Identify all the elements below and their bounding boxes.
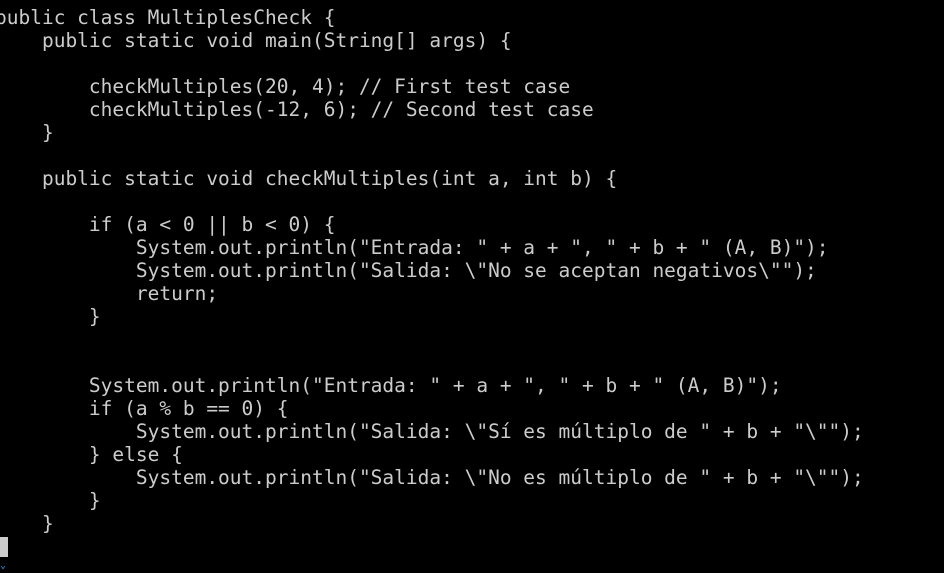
block-cursor-icon	[0, 537, 8, 557]
code-line: checkMultiples(20, 4); // First test cas…	[0, 75, 571, 98]
terminal-window[interactable]: public class MultiplesCheck { public sta…	[0, 0, 944, 573]
code-line: public static void checkMultiples(int a,…	[0, 167, 618, 190]
code-line: if (a < 0 || b < 0) {	[0, 213, 336, 236]
code-line: if (a % b == 0) {	[0, 397, 289, 420]
code-listing: public class MultiplesCheck { public sta…	[0, 6, 864, 535]
scroll-marker-icon[interactable]: ⌄	[0, 561, 7, 571]
code-line: public class MultiplesCheck {	[0, 6, 336, 29]
code-line: System.out.println("Entrada: " + a + ", …	[0, 374, 782, 397]
code-line: System.out.println("Salida: \"Sí es múlt…	[0, 420, 864, 443]
code-line: public static void main(String[] args) {	[0, 29, 512, 52]
code-line: }	[0, 512, 54, 535]
code-line: }	[0, 305, 101, 328]
code-line: }	[0, 121, 54, 144]
code-line: System.out.println("Salida: \"No se acep…	[0, 259, 817, 282]
code-line: checkMultiples(-12, 6); // Second test c…	[0, 98, 594, 121]
code-line: return;	[0, 282, 219, 305]
code-line: System.out.println("Salida: \"No es múlt…	[0, 466, 864, 489]
code-line: }	[0, 489, 101, 512]
code-line: System.out.println("Entrada: " + a + ", …	[0, 236, 829, 259]
code-line: } else {	[0, 443, 183, 466]
